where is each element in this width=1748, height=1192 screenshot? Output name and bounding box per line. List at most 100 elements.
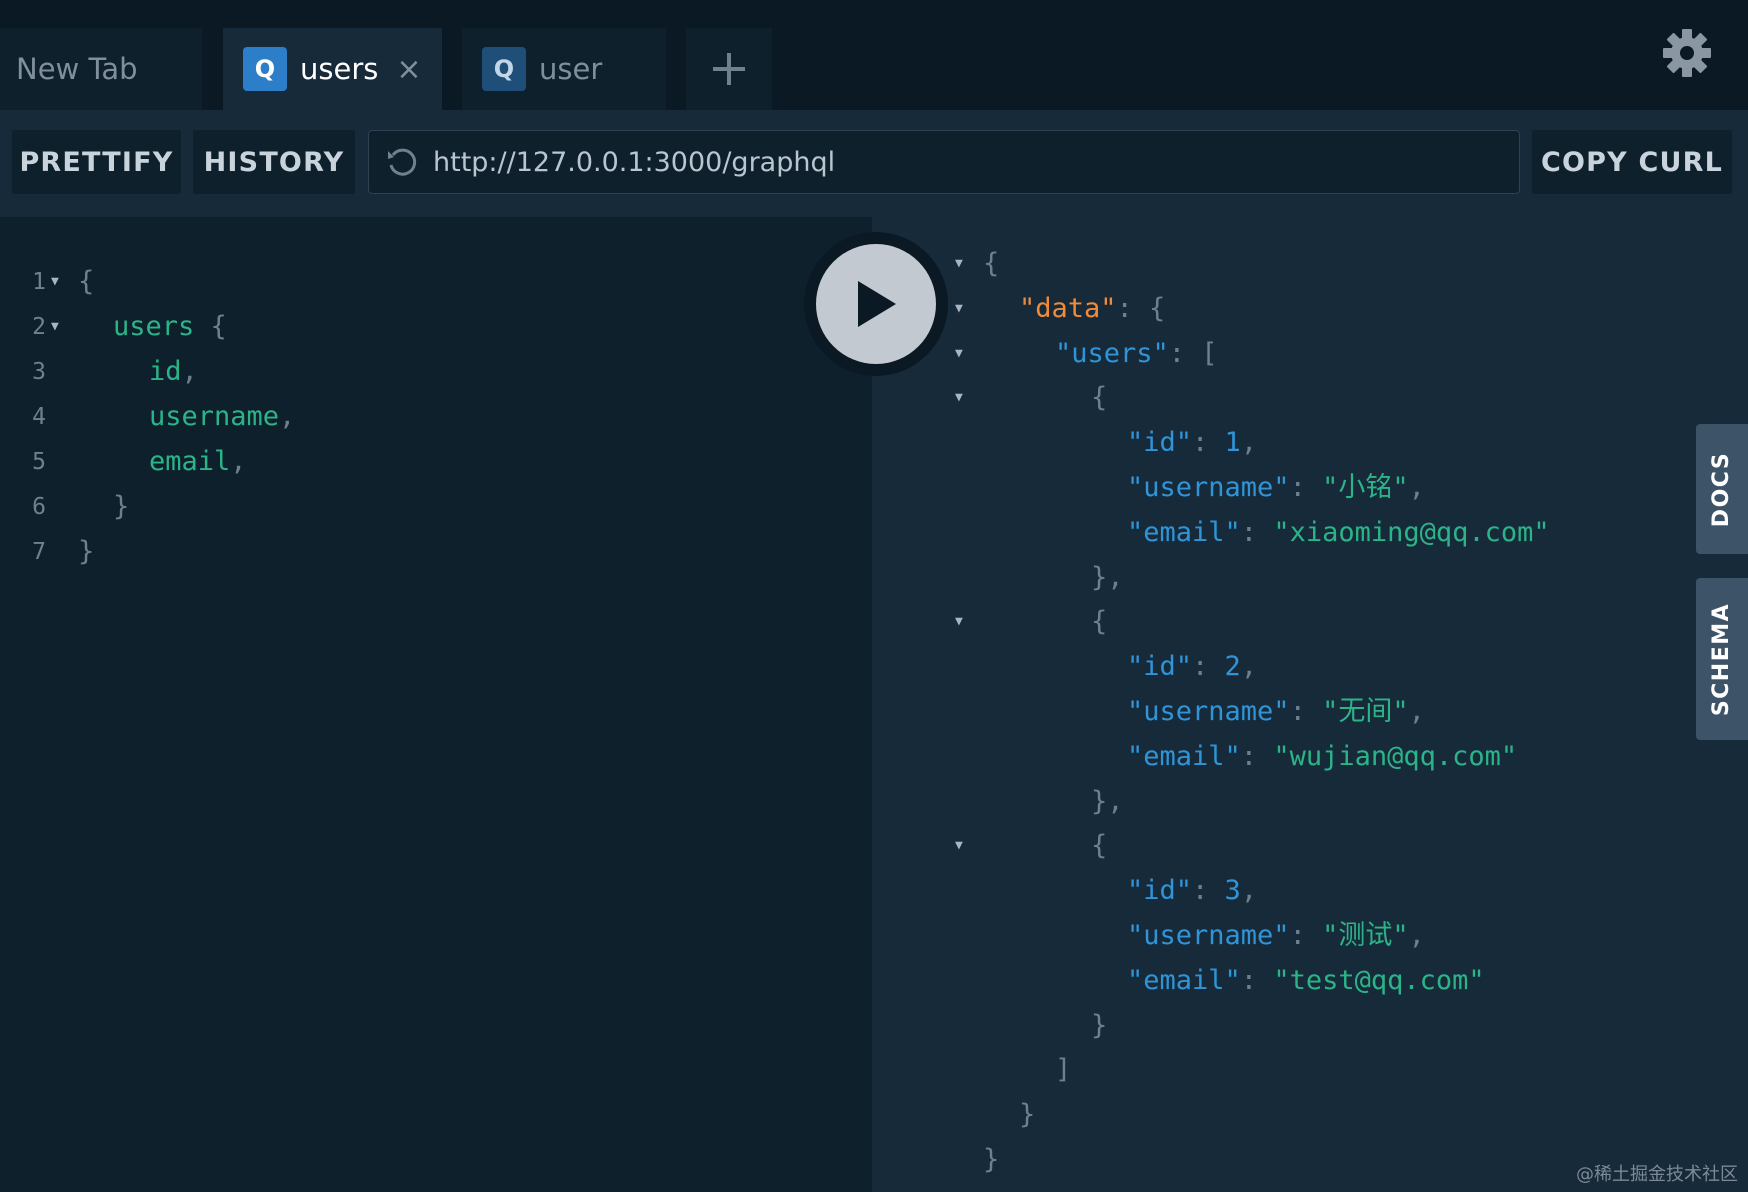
result-line: "email": "test@qq.com" [872, 961, 1692, 1001]
result-punctuation: , [1408, 472, 1425, 503]
result-key: "email" [1127, 740, 1241, 772]
result-key: "id" [1127, 651, 1193, 683]
result-punctuation: : { [1116, 292, 1166, 324]
toolbar: PRETTIFY HISTORY http://127.0.0.1:3000/g… [0, 110, 1748, 217]
add-tab-button[interactable] [686, 28, 772, 110]
plus-icon [713, 53, 745, 85]
line-number: 3 [32, 359, 46, 385]
editor-line: 7 } [0, 532, 872, 572]
result-line: "username": "测试", [872, 916, 1692, 956]
result-line: }, [872, 782, 1692, 822]
result-punctuation: , [1408, 920, 1425, 951]
fold-arrow-icon[interactable]: ▼ [955, 826, 963, 866]
tab-label: New Tab [16, 52, 138, 86]
result-punctuation: , [1240, 651, 1258, 683]
result-number: 2 [1224, 651, 1241, 683]
result-line: ▼{ [872, 378, 1692, 418]
docs-side-tab[interactable]: DOCS [1696, 424, 1748, 554]
execute-query-control [804, 232, 948, 376]
fold-arrow-icon[interactable]: ▼ [955, 244, 963, 284]
prettify-button[interactable]: PRETTIFY [12, 130, 181, 194]
result-punctuation: : [1192, 651, 1225, 683]
execute-query-button[interactable] [816, 244, 936, 364]
line-number: 7 [32, 539, 46, 565]
tab-new-tab[interactable]: New Tab [0, 28, 202, 110]
result-line: } [872, 1140, 1692, 1180]
code-field: username [149, 401, 280, 432]
code-field: email [149, 446, 231, 477]
editor-line: 3 id, [0, 352, 872, 392]
result-punctuation: , [1240, 875, 1258, 907]
line-number: 6 [32, 494, 46, 520]
result-string: "test@qq.com" [1273, 964, 1485, 996]
history-button[interactable]: HISTORY [193, 130, 355, 194]
fold-arrow-icon[interactable]: ▼ [51, 307, 59, 347]
result-punctuation: : [1192, 875, 1225, 907]
close-icon[interactable]: × [396, 52, 421, 87]
result-key: "users" [1055, 337, 1169, 369]
result-punctuation: : [1289, 472, 1323, 503]
result-line: } [872, 1095, 1692, 1135]
result-number: 1 [1224, 427, 1241, 459]
result-string: "无间" [1322, 696, 1409, 727]
result-line: } [872, 1006, 1692, 1046]
result-line: "username": "小铭", [872, 468, 1692, 508]
code-token: { [78, 266, 95, 297]
line-number: 2 [32, 314, 46, 340]
fold-arrow-icon[interactable]: ▼ [51, 262, 59, 302]
query-badge-icon: Q [482, 47, 526, 91]
result-punctuation: }, [1091, 785, 1124, 817]
result-punctuation: : [1289, 696, 1323, 727]
result-punctuation: : [1240, 516, 1274, 548]
editor-line: 6 } [0, 487, 872, 527]
schema-side-tab[interactable]: SCHEMA [1696, 578, 1748, 740]
result-punctuation: : [1289, 920, 1323, 951]
result-line: "email": "wujian@qq.com" [872, 737, 1692, 777]
fold-arrow-icon[interactable]: ▼ [955, 334, 963, 374]
result-punctuation: }, [1091, 561, 1124, 593]
code-token: } [113, 491, 130, 522]
result-string: "小铭" [1322, 472, 1409, 503]
fold-arrow-icon[interactable]: ▼ [955, 289, 963, 329]
result-punctuation: : [1240, 964, 1274, 996]
refresh-icon[interactable] [385, 145, 419, 179]
result-punctuation: { [1091, 830, 1108, 862]
result-punctuation: ] [1055, 1054, 1072, 1086]
result-punctuation: } [1019, 1099, 1036, 1131]
query-editor[interactable]: 1 ▼ { 2 ▼ users { 3 id, 4 username, 5 em… [0, 217, 872, 1192]
tab-bar: New Tab Q users × Q user [0, 0, 1748, 110]
result-line: ] [872, 1050, 1692, 1090]
result-punctuation: } [983, 1144, 1000, 1175]
fold-arrow-icon[interactable]: ▼ [955, 378, 963, 418]
watermark: @稀土掘金技术社区 [1576, 1164, 1738, 1185]
result-punctuation: { [983, 248, 1000, 279]
result-line: ▼ "data": { [872, 289, 1692, 329]
result-line: "email": "xiaoming@qq.com" [872, 513, 1692, 553]
tab-users[interactable]: Q users × [223, 28, 442, 110]
code-field: users [113, 311, 195, 342]
result-line: "username": "无间", [872, 692, 1692, 732]
tab-label: user [539, 52, 603, 86]
code-token: { [194, 311, 227, 342]
result-punctuation: , [1408, 696, 1425, 727]
result-punctuation: , [1240, 427, 1258, 459]
code-token: , [181, 356, 198, 387]
settings-gear-icon[interactable] [1662, 28, 1712, 78]
result-line: ▼ "users": [ [872, 334, 1692, 374]
line-number: 5 [32, 449, 46, 475]
result-punctuation: : [ [1168, 337, 1218, 369]
result-line: "id": 2, [872, 647, 1692, 687]
code-field: id [149, 356, 182, 387]
result-punctuation: : [1192, 427, 1225, 459]
docs-tab-label: DOCS [1709, 451, 1735, 527]
fold-arrow-icon[interactable]: ▼ [955, 602, 963, 642]
result-punctuation: { [1091, 382, 1108, 414]
line-number: 1 [32, 269, 46, 295]
copy-curl-button[interactable]: COPY CURL [1532, 130, 1732, 194]
code-token: , [230, 446, 247, 477]
tab-user[interactable]: Q user [462, 28, 666, 110]
endpoint-url-field[interactable]: http://127.0.0.1:3000/graphql [368, 130, 1520, 194]
result-key: "email" [1127, 516, 1241, 548]
result-line: ▼{ [872, 602, 1692, 642]
editor-line: 1 ▼ { [0, 262, 872, 302]
